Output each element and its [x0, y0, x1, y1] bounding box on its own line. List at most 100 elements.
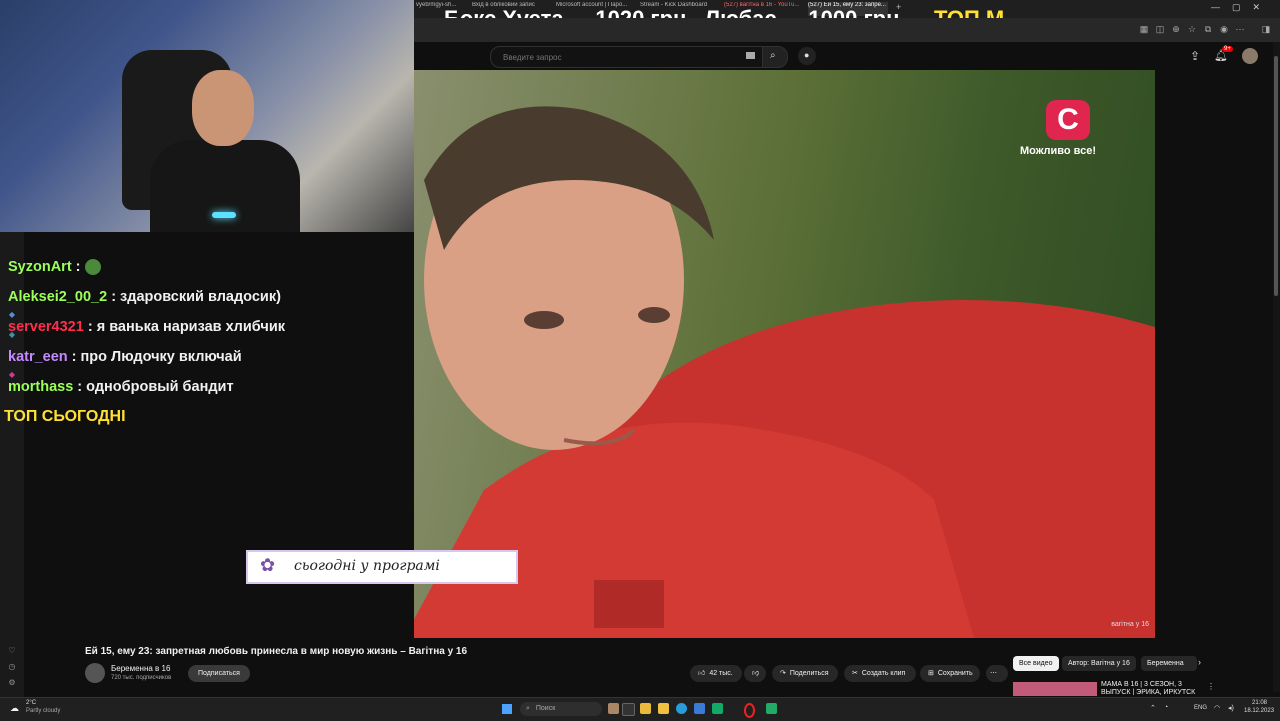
- task-view-icon[interactable]: [622, 703, 635, 716]
- streamer-body: [150, 140, 300, 232]
- settings-icon[interactable]: ⚙: [7, 678, 17, 688]
- app-icon[interactable]: [766, 703, 777, 714]
- led-light: [212, 212, 236, 218]
- profile-icon[interactable]: ◉: [1218, 23, 1230, 35]
- chat-message: Aleksei2_00_2 : здаровский владосик): [8, 289, 281, 305]
- clip-button[interactable]: ✂ Создать клип: [844, 665, 916, 682]
- chat-message: SyzonArt :: [8, 259, 101, 276]
- zoom-icon[interactable]: ⊕: [1170, 23, 1182, 35]
- volume-icon[interactable]: ◂): [1228, 704, 1234, 712]
- keyboard-icon[interactable]: [746, 52, 755, 59]
- search-input[interactable]: [501, 52, 735, 63]
- like-count: 42 тыс.: [709, 670, 733, 677]
- edge-icon[interactable]: [676, 703, 687, 714]
- share-label: Поделиться: [789, 670, 829, 677]
- chevron-right-icon[interactable]: ›: [1198, 657, 1201, 667]
- stream-chat: SyzonArt : Aleksei2_00_2 : здаровский вл…: [0, 232, 414, 432]
- more-actions-button[interactable]: ⋯: [986, 665, 1008, 682]
- app-icon[interactable]: [694, 703, 705, 714]
- chat-message: morthass : однобровый бандит: [8, 379, 234, 395]
- lower-third-text: сьогодні у програмі: [294, 558, 440, 574]
- chat-text: : однобровый бандит: [73, 379, 234, 395]
- wifi-icon[interactable]: ◠: [1214, 704, 1220, 712]
- filter-chip-all[interactable]: Все видео: [1013, 656, 1059, 671]
- chat-username: Aleksei2_00_2: [8, 289, 108, 305]
- top-today-label: ТОП СЬОГОДНІ: [4, 408, 126, 425]
- more-vert-icon[interactable]: ⋮: [1207, 682, 1215, 691]
- recommended-title[interactable]: МАМА В 16 | 3 СЕЗОН, 3 ВЫПУСК | ЭРИКА, И…: [1101, 681, 1201, 695]
- account-avatar[interactable]: [1242, 48, 1258, 64]
- notification-badge: 9+: [1222, 46, 1233, 52]
- windows-start-icon[interactable]: [502, 704, 512, 714]
- webcam-feed: [0, 0, 414, 232]
- file-explorer-icon[interactable]: [640, 703, 651, 714]
- chat-username: morthass: [8, 379, 74, 395]
- like-button[interactable]: 👍︎ 42 тыс.: [690, 665, 742, 682]
- chat-text: : здаровский владосик): [107, 289, 281, 305]
- thumbs-down-icon: 👎︎: [752, 670, 760, 677]
- network-icon[interactable]: ◔: [1164, 704, 1168, 711]
- menu-dots-icon[interactable]: ⋯: [1234, 23, 1246, 35]
- chat-username: server4321: [8, 319, 84, 335]
- heart-icon[interactable]: ♡: [7, 646, 17, 656]
- share-button[interactable]: ↷ Поделиться: [772, 665, 838, 682]
- dislike-button[interactable]: 👎︎: [744, 665, 766, 682]
- scrollbar[interactable]: [1273, 42, 1280, 692]
- streamer-face: [192, 70, 254, 146]
- tray-overflow-icon[interactable]: ⌃: [1150, 704, 1156, 712]
- search-icon: ⌕: [526, 705, 530, 712]
- chat-message: server4321 : я ванька наризав хлибчик: [8, 319, 285, 335]
- save-button[interactable]: ⊞ Сохранить: [920, 665, 980, 682]
- emote-icon: [84, 259, 101, 276]
- channel-name[interactable]: Беременна в 16: [111, 664, 170, 673]
- youtube-header: ⌕ ● ⇪ 🔔︎ 9+: [414, 42, 1280, 70]
- microphone-icon: ●: [804, 50, 810, 60]
- chat-username: SyzonArt: [8, 259, 72, 275]
- channel-logo: C: [1046, 100, 1090, 140]
- taskbar-search-label: Поиск: [535, 705, 556, 712]
- channel-avatar[interactable]: [85, 663, 105, 683]
- favorite-icon[interactable]: ☆: [1186, 23, 1198, 35]
- taskbar-app-icon[interactable]: [608, 703, 619, 714]
- taskbar-search[interactable]: ⌕ Поиск: [520, 702, 602, 716]
- window-controls[interactable]: —▢✕: [1211, 2, 1272, 13]
- weather-description: Partly cloudy: [26, 708, 61, 714]
- history-icon[interactable]: ◷: [7, 662, 17, 672]
- save-label: Сохранить: [937, 670, 973, 677]
- recommended-thumbnail[interactable]: [1013, 682, 1097, 696]
- scrollbar-thumb[interactable]: [1274, 56, 1278, 296]
- chat-text: : я ванька наризав хлибчик: [83, 319, 285, 335]
- input-language[interactable]: ENG: [1194, 705, 1207, 711]
- subscribe-button[interactable]: Подписаться: [188, 665, 250, 682]
- search-button[interactable]: ⌕: [762, 46, 788, 68]
- video-watermark: вагітна у 16: [1111, 621, 1149, 628]
- channel-slogan: Можливо все!: [1020, 145, 1097, 157]
- collections-icon[interactable]: ⧉: [1202, 23, 1214, 35]
- thumbs-up-icon: 👍︎: [698, 670, 706, 677]
- scissors-icon: ✂: [852, 670, 858, 677]
- share-icon: ↷: [780, 670, 786, 677]
- voice-search-button[interactable]: ●: [798, 47, 816, 65]
- folder-icon[interactable]: [658, 703, 669, 714]
- search-icon: ⌕: [770, 50, 776, 61]
- filter-chip-author[interactable]: Автор: Вагітна у 16: [1062, 656, 1136, 671]
- chat-username: katr_een: [8, 349, 68, 365]
- chat-text: : про Людочку включай: [67, 349, 242, 365]
- lower-third: ✿ сьогодні у програмі: [246, 550, 518, 584]
- filter-chip-pregnant[interactable]: Беременна: [1141, 656, 1197, 671]
- extension-icon[interactable]: ▦: [1138, 23, 1150, 35]
- screenshot-icon[interactable]: ◫: [1154, 23, 1166, 35]
- weather-temperature: 2°C: [26, 700, 37, 706]
- video-player[interactable]: C Можливо все! вагітна у 16: [414, 70, 1155, 638]
- clock-time[interactable]: 21:08: [1252, 700, 1267, 706]
- app-icon[interactable]: [712, 703, 723, 714]
- chat-message: katr_een : про Людочку включай: [8, 349, 242, 365]
- upload-icon[interactable]: ⇪: [1190, 49, 1200, 63]
- clock-date[interactable]: 18.12.2023: [1244, 708, 1274, 714]
- clip-label: Создать клип: [861, 670, 906, 677]
- sidebar-icon[interactable]: ◨: [1260, 23, 1272, 35]
- opera-icon[interactable]: [744, 703, 755, 718]
- subscriber-count: 720 тыс. подписчиков: [111, 675, 172, 681]
- bookmark-icon: ⊞: [928, 670, 934, 677]
- chat-text: :: [71, 259, 85, 275]
